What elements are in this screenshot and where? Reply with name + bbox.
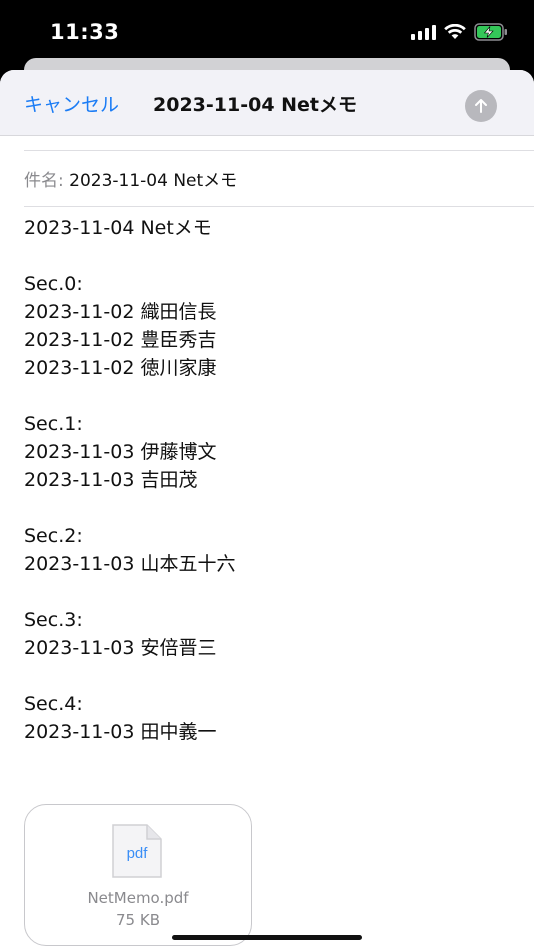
battery-charging-icon xyxy=(474,23,507,41)
status-time: 11:33 xyxy=(50,20,120,44)
list-item: 2023-11-03 安倍晋三 xyxy=(24,637,217,659)
divider xyxy=(24,150,534,151)
list-item: 2023-11-03 伊藤博文 xyxy=(24,441,217,463)
list-item: 2023-11-03 吉田茂 xyxy=(24,469,198,491)
section-header: Sec.1: xyxy=(24,413,83,435)
cellular-signal-icon xyxy=(411,24,436,40)
body-title: 2023-11-04 Netメモ xyxy=(24,217,212,239)
wifi-icon xyxy=(444,24,466,39)
status-bar: 11:33 xyxy=(0,0,534,64)
page-title: 2023-11-04 Netメモ xyxy=(153,94,358,116)
subject-field[interactable]: 件名: 2023-11-04 Netメモ xyxy=(24,166,237,191)
message-body[interactable]: 2023-11-04 Netメモ Sec.0: 2023-11-02 織田信長 … xyxy=(24,214,514,746)
section-header: Sec.3: xyxy=(24,609,83,631)
arrow-up-icon xyxy=(475,99,487,113)
attachment-filename: NetMemo.pdf xyxy=(87,889,189,907)
subject-value[interactable]: 2023-11-04 Netメモ xyxy=(69,171,237,191)
list-item: 2023-11-03 山本五十六 xyxy=(24,553,236,575)
list-item: 2023-11-02 豊臣秀吉 xyxy=(24,329,217,351)
section-header: Sec.0: xyxy=(24,273,83,295)
list-item: 2023-11-02 徳川家康 xyxy=(24,357,217,379)
cancel-button[interactable]: キャンセル xyxy=(24,90,119,117)
send-button[interactable] xyxy=(465,90,497,122)
pdf-attachment[interactable]: pdf NetMemo.pdf 75 KB xyxy=(24,804,252,946)
attachment-size: 75 KB xyxy=(116,911,160,929)
navigation-bar: キャンセル 2023-11-04 Netメモ xyxy=(0,70,534,136)
subject-label: 件名: xyxy=(24,171,64,191)
list-item: 2023-11-02 織田信長 xyxy=(24,301,217,323)
divider xyxy=(24,206,534,207)
pdf-label: pdf xyxy=(126,845,148,862)
compose-sheet: キャンセル 2023-11-04 Netメモ 件名: 2023-11-04 Ne… xyxy=(0,70,534,950)
list-item: 2023-11-03 田中義一 xyxy=(24,721,217,743)
section-header: Sec.2: xyxy=(24,525,83,547)
pdf-file-icon: pdf xyxy=(111,823,163,879)
status-icons xyxy=(411,23,508,41)
home-indicator[interactable] xyxy=(172,935,362,940)
section-header: Sec.4: xyxy=(24,693,83,715)
